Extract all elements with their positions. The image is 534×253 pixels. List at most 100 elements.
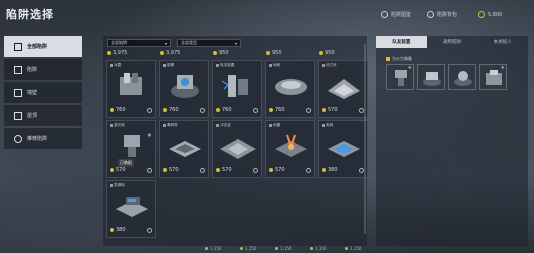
trap-cost: 760: [216, 107, 232, 113]
rarity-icon: [322, 64, 325, 67]
price-value: 950: [272, 50, 282, 56]
sidebar-item-wall[interactable]: 墙壁: [4, 82, 82, 103]
trap-name: 导弹炮: [110, 183, 125, 188]
trap-name-text: 导弹炮: [114, 183, 125, 187]
trap-name-text: 冰霜: [114, 63, 122, 67]
trap-card[interactable]: 地刺 760: [265, 60, 315, 118]
info-icon[interactable]: [253, 108, 258, 113]
resource-value: 1,150: [280, 246, 292, 251]
trap-card[interactable]: 毒刺阵 570: [159, 120, 209, 178]
trap-name-text: 冲击波: [220, 123, 231, 127]
rarity-icon: [110, 184, 113, 187]
coin-icon: [110, 168, 114, 172]
tab-common-traps[interactable]: 通用陷阱: [427, 36, 478, 48]
loadout-slot[interactable]: [417, 64, 445, 90]
trap-backpack-button[interactable]: 陷阱背包: [427, 11, 457, 18]
slot-label: 为火力装备: [392, 56, 412, 61]
loadout-slot[interactable]: [448, 64, 476, 90]
price-item: 3,975: [160, 50, 180, 56]
coin-icon: [216, 168, 220, 172]
price-item: 950: [319, 50, 335, 56]
cost-value: 570: [275, 167, 285, 173]
trap-card[interactable]: 磁暴 760: [159, 60, 209, 118]
trap-cost: 570: [110, 167, 126, 173]
equipped-badge: 已装配: [118, 159, 134, 167]
info-icon[interactable]: [306, 108, 311, 113]
trap-name: 地刺: [269, 63, 280, 68]
trap-cost: 570: [269, 167, 285, 173]
laser-cannon-icon: [124, 135, 140, 157]
trap-cost: 760: [163, 107, 179, 113]
trap-card[interactable]: 冲击波 570: [212, 120, 262, 178]
coin-icon: [163, 168, 167, 172]
coin-icon: [213, 51, 217, 55]
sidebar-item-roof[interactable]: 屋顶: [4, 105, 82, 126]
trap-cost: 570: [322, 107, 338, 113]
trap-name: 毒刺阵: [163, 123, 178, 128]
coin-icon: [266, 51, 270, 55]
price-item: 950: [266, 50, 282, 56]
trap-card[interactable]: 动力斧 570: [318, 60, 368, 118]
coin-icon: [160, 51, 164, 55]
shockwave-icon: [220, 139, 256, 159]
tab-level-enemies[interactable]: 本关敌人: [477, 36, 528, 48]
resource-value: 1,150: [350, 246, 362, 251]
info-icon[interactable]: [147, 228, 152, 233]
price-item: 3,975: [107, 50, 127, 56]
sidebar-item-trap[interactable]: 陷阱: [4, 59, 82, 80]
sidebar-item-all[interactable]: 全部陷阱: [4, 36, 82, 57]
missile-turret-icon: [116, 197, 148, 217]
trap-card[interactable]: 激光炮 ★ 已装配 570: [106, 120, 156, 178]
trap-name-text: 电击装置: [220, 63, 235, 67]
trap-name-text: 动力斧: [326, 63, 337, 67]
rarity-icon: [163, 64, 166, 67]
coin-icon: [269, 168, 273, 172]
filter-value: 全部类型: [181, 40, 197, 45]
loadout-slot[interactable]: ★: [386, 64, 414, 90]
star-icon: ★: [500, 65, 505, 71]
checkbox-icon[interactable]: [386, 57, 390, 61]
trap-cost: 570: [216, 167, 232, 173]
coin-icon: [269, 108, 273, 112]
crest-icon: [381, 11, 388, 18]
tab-teammate-devices[interactable]: 队友装置: [376, 36, 427, 48]
trap-card[interactable]: 地雷 570: [265, 120, 315, 178]
grid-scrollbar[interactable]: [364, 44, 366, 234]
trap-cost: 760: [269, 107, 285, 113]
resource-value: 1,150: [315, 246, 327, 251]
sidebar-item-recommend[interactable]: 推荐陷阱: [4, 128, 82, 149]
electric-net-icon: [328, 141, 360, 157]
cost-value: 760: [275, 107, 285, 113]
cost-value: 570: [169, 167, 179, 173]
cost-value: 760: [169, 107, 179, 113]
cost-value: 570: [222, 167, 232, 173]
loadout-slot[interactable]: ★: [479, 64, 507, 90]
coin-icon: [110, 228, 114, 232]
resource-icon: [205, 247, 208, 250]
trap-grid-panel: 全部陷阱 ▾ 全部类型 ▾ 3,975 3,975 950 950 950 冰霜…: [103, 36, 368, 246]
info-icon[interactable]: [253, 168, 258, 173]
trap-icon: [14, 65, 22, 74]
info-icon[interactable]: [147, 168, 152, 173]
trap-all-icon: [14, 42, 22, 51]
coin-icon: [322, 108, 326, 112]
loadout-panel: 队友装置 通用陷阱 本关敌人 为火力装备 ★ ★: [376, 36, 528, 246]
info-icon[interactable]: [147, 108, 152, 113]
filter-dropdown-category[interactable]: 全部陷阱 ▾: [107, 39, 171, 47]
trap-name-text: 磁暴: [167, 63, 175, 67]
filter-dropdown-type[interactable]: 全部类型 ▾: [177, 39, 241, 47]
info-icon[interactable]: [306, 168, 311, 173]
info-icon[interactable]: [200, 168, 205, 173]
price-value: 950: [325, 50, 335, 56]
sidebar-item-label: 全部陷阱: [27, 44, 48, 50]
info-icon[interactable]: [200, 108, 205, 113]
price-value: 950: [219, 50, 229, 56]
trap-card[interactable]: 冰霜 760: [106, 60, 156, 118]
shock-device-icon: [221, 75, 248, 97]
slot-header: 为火力装备: [386, 56, 412, 62]
rarity-icon: [322, 124, 325, 127]
trap-card[interactable]: 电击装置 760: [212, 60, 262, 118]
trap-codex-button[interactable]: 陷阱图鉴: [381, 11, 411, 18]
trap-card[interactable]: 电网 380: [318, 120, 368, 178]
trap-card[interactable]: 导弹炮 380: [106, 180, 156, 238]
